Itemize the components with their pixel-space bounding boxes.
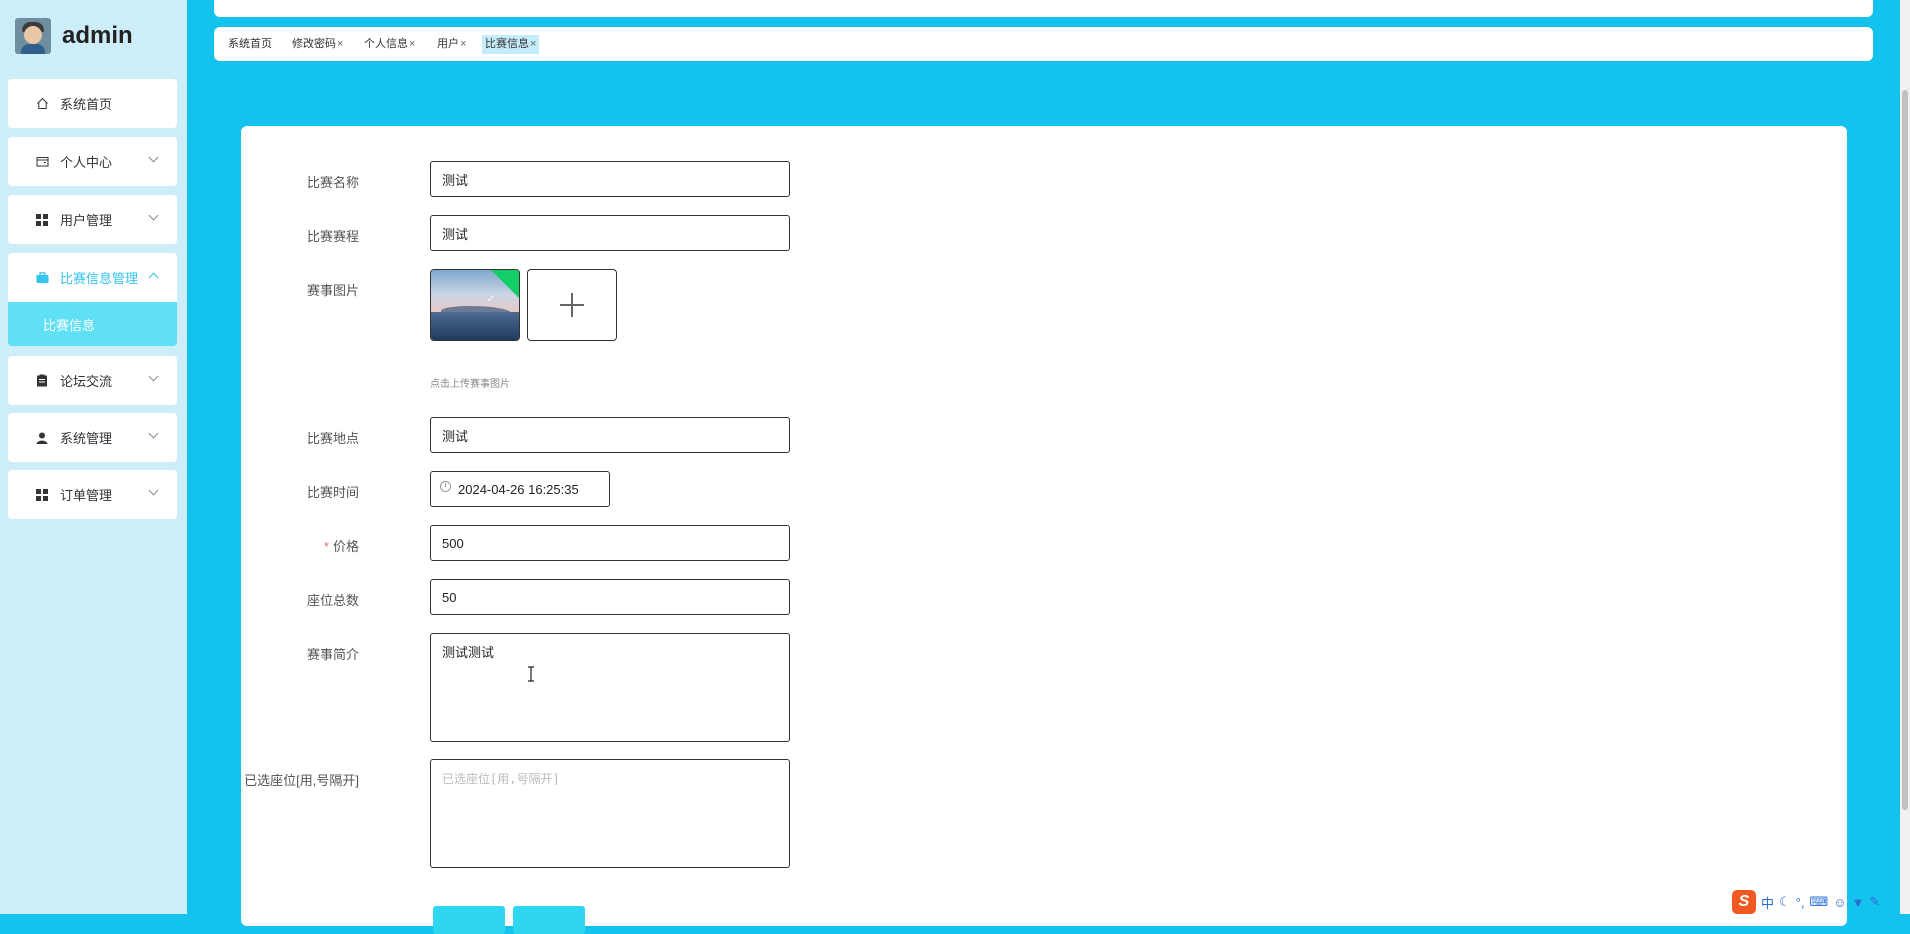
brand-name: admin [62,22,133,49]
match-schedule-input[interactable] [430,215,790,251]
schedule-label: 比赛赛程 [306,229,359,244]
sidebar-item-order-management[interactable]: 订单管理 [8,470,177,519]
selected-seats-label: 已选座位[用,号隔开] [244,773,359,788]
sidebar-item-home[interactable]: 系统首页 [8,79,177,128]
seats-label: 座位总数 [306,593,359,608]
grid-icon [35,488,49,502]
price-label: * 价格 [324,536,359,555]
close-icon[interactable]: × [409,38,415,50]
sidebar-subitem-match-info[interactable]: 比赛信息 [8,302,177,346]
cancel-button[interactable] [513,906,585,934]
user-icon [35,431,49,445]
tab-label: 系统首页 [228,38,272,50]
required-mark: * [323,539,329,554]
tab-personal-info[interactable]: 个人信息× [361,35,418,54]
keyboard-icon[interactable]: ⌨ [1809,894,1828,910]
brand: admin [15,17,133,55]
person-icon[interactable]: ☺ [1833,895,1846,910]
selected-seats-textarea[interactable] [430,759,790,868]
upload-tip: 点击上传赛事图片 [430,379,510,390]
tab-label: 比赛信息 [485,38,529,50]
sidebar-item-label: 比赛信息管理 [60,271,139,286]
sidebar-item-label: 用户管理 [60,213,113,228]
tab-match-info[interactable]: 比赛信息× [482,35,540,54]
grid-icon [35,213,49,227]
chevron-down-icon [148,210,159,221]
chevron-down-icon [148,152,159,163]
sidebar-item-match-management[interactable]: 比赛信息管理 [8,253,177,302]
tab-label: 修改密码 [292,38,336,50]
name-label: 比赛名称 [306,175,359,190]
sidebar-item-label: 订单管理 [60,488,113,503]
tabs-bar: 系统首页 修改密码× 个人信息× 用户× 比赛信息× [214,27,1873,61]
header-bar [214,0,1873,17]
check-icon: ✓ [486,294,495,305]
sidebar-item-forum[interactable]: 论坛交流 [8,356,177,405]
tab-users[interactable]: 用户× [434,35,469,54]
briefcase-icon [35,271,49,285]
home-icon [35,97,49,111]
plus-icon [560,293,584,317]
wrench-icon[interactable]: ✎ [1869,894,1880,910]
moon-icon[interactable]: ☾ [1779,894,1791,910]
degree-icon[interactable]: °, [1796,895,1805,910]
close-icon[interactable]: × [530,38,536,50]
sidebar: admin 系统首页 个人中心 用户管理 比赛信息管理 比赛信息 论坛交流 系统… [0,0,187,914]
tab-home[interactable]: 系统首页 [225,35,275,54]
page-scrollbar[interactable] [1900,0,1910,914]
intro-label: 赛事简介 [306,647,359,662]
wallet-icon [35,155,49,169]
price-label-text: 价格 [332,539,359,554]
uploaded-image-thumbnail[interactable]: ✓ [430,269,520,341]
text-cursor-icon [528,666,534,682]
image-upload-button[interactable] [527,269,617,341]
ime-toolbar: S 中 ☾ °, ⌨ ☺ ▼ ✎ [1732,890,1880,914]
sidebar-item-personal-center[interactable]: 个人中心 [8,137,177,186]
tab-label: 用户 [437,38,459,50]
match-location-input[interactable] [430,417,790,453]
chevron-down-icon [148,371,159,382]
match-time-picker[interactable] [430,471,610,507]
chevron-up-icon [148,272,159,283]
ime-mode-indicator[interactable]: 中 [1761,893,1774,912]
clipboard-icon [35,374,49,388]
time-label: 比赛时间 [306,485,359,500]
close-icon[interactable]: × [337,38,343,50]
tab-label: 个人信息 [364,38,408,50]
sidebar-item-label: 系统管理 [60,431,113,446]
sogou-logo-icon[interactable]: S [1732,890,1756,914]
avatar [15,18,51,54]
clock-icon [440,481,451,492]
submit-button[interactable] [433,906,505,934]
image-label: 赛事图片 [306,283,359,298]
intro-textarea[interactable]: 测试测试 [430,633,790,742]
sidebar-item-system-management[interactable]: 系统管理 [8,413,177,462]
sidebar-item-label: 论坛交流 [60,374,113,389]
form-card: 比赛名称 比赛赛程 赛事图片 ✓ 点击上传赛事图片 比赛地点 比赛时间 *价格 … [241,126,1847,934]
sidebar-item-user-management[interactable]: 用户管理 [8,195,177,244]
close-icon[interactable]: × [460,38,466,50]
chevron-down-icon [148,428,159,439]
location-label: 比赛地点 [306,431,359,446]
sidebar-item-label: 系统首页 [60,97,113,112]
price-input[interactable] [430,525,790,561]
shirt-icon[interactable]: ▼ [1852,895,1865,910]
sidebar-item-label: 个人中心 [60,155,113,170]
chevron-down-icon [148,485,159,496]
seat-count-input[interactable] [430,579,790,615]
match-name-input[interactable] [430,161,790,197]
tab-change-password[interactable]: 修改密码× [289,35,346,54]
scrollbar-thumb[interactable] [1902,90,1908,810]
